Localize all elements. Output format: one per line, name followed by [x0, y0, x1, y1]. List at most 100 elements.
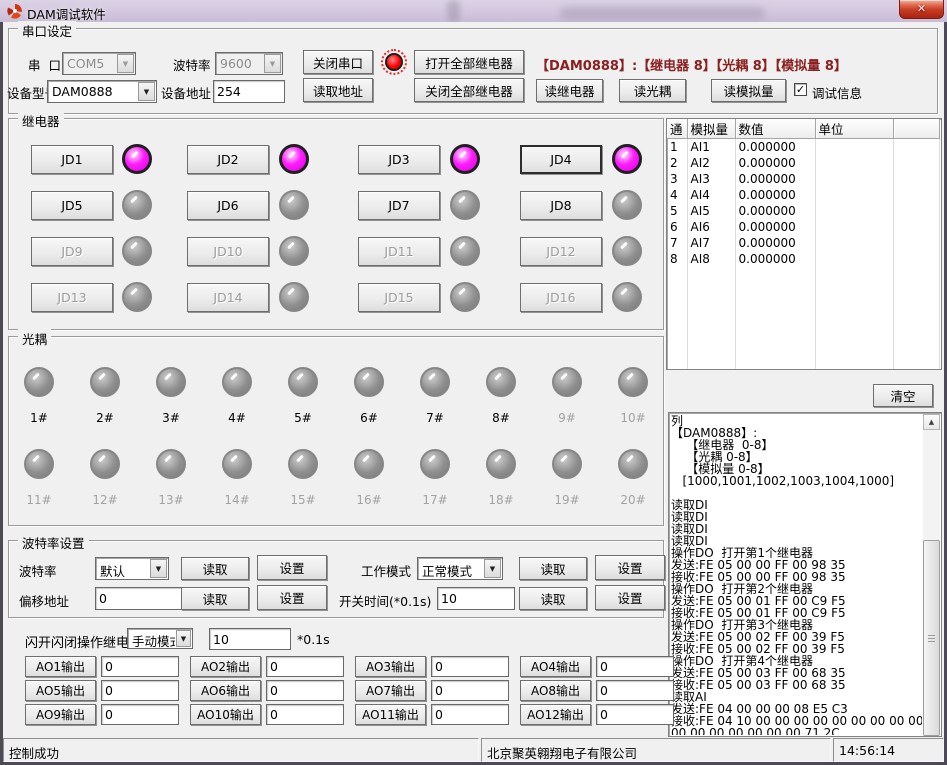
clear-log-button[interactable]: 清空 [873, 384, 933, 407]
ai-cell [667, 283, 687, 299]
read-offset-button[interactable]: 读取 [181, 587, 249, 610]
debug-checkbox[interactable]: ✓ [794, 83, 807, 96]
set-offset-button[interactable]: 设置 [257, 585, 327, 610]
ai-cell: 3 [667, 171, 687, 187]
scrollbar-thumb[interactable] [923, 540, 940, 736]
ao-input-9[interactable] [101, 704, 179, 725]
ao-input-4[interactable] [596, 656, 674, 677]
group-opto: 光耦 1#2#3#4#5#6#7#8#9#10#11#12#13#14#15#1… [8, 336, 664, 526]
flash-mode-select[interactable]: 手动模式 ▼ [127, 628, 193, 649]
offset-input[interactable] [95, 587, 189, 610]
ao-input-10[interactable] [266, 704, 344, 725]
ao-button-1[interactable]: AO1输出 [25, 656, 96, 677]
close-serial-button[interactable]: 关闭串口 [303, 50, 373, 74]
close-all-relays-button[interactable]: 关闭全部继电器 [414, 78, 524, 102]
opto-led-4 [222, 367, 252, 397]
ao-button-10[interactable]: AO10输出 [190, 704, 261, 725]
ao-input-12[interactable] [596, 704, 674, 725]
ai-cell [893, 347, 939, 363]
close-button[interactable]: ✕ [899, 0, 944, 19]
relay-button-jd5[interactable]: JD5 [31, 191, 113, 220]
offset-label: 偏移地址 [19, 591, 69, 610]
relay-button-jd2[interactable]: JD2 [187, 145, 269, 174]
read-workmode-button[interactable]: 读取 [519, 557, 587, 580]
ai-cell: 6 [667, 219, 687, 235]
relay-button-jd11: JD11 [358, 237, 440, 266]
ao-input-11[interactable] [431, 704, 509, 725]
open-all-relays-button[interactable]: 打开全部继电器 [414, 50, 524, 74]
group-opto-title: 光耦 [18, 329, 51, 348]
set-workmode-button[interactable]: 设置 [595, 555, 665, 580]
scroll-up-icon[interactable]: ▲ [923, 414, 940, 430]
set-switchtime-button[interactable]: 设置 [595, 585, 665, 610]
ao-input-8[interactable] [596, 680, 674, 701]
relay-button-jd3[interactable]: JD3 [358, 145, 440, 174]
opto-label-13: 13# [147, 493, 195, 507]
relay-button-jd1[interactable]: JD1 [31, 145, 113, 174]
opto-led-13 [156, 449, 186, 479]
read-address-button[interactable]: 读取地址 [303, 78, 373, 102]
ao-button-12[interactable]: AO12输出 [520, 704, 591, 725]
ao-button-2[interactable]: AO2输出 [190, 656, 261, 677]
ai-cell [815, 219, 893, 235]
relay-button-jd15: JD15 [358, 283, 440, 312]
ao-input-1[interactable] [101, 656, 179, 677]
ao-input-7[interactable] [431, 680, 509, 701]
read-analog-button[interactable]: 读模拟量 [711, 79, 786, 102]
opto-led-8 [486, 367, 516, 397]
group-serial-title: 串口设定 [18, 21, 76, 40]
ai-cell [893, 283, 939, 299]
ai-cell: 5 [667, 203, 687, 219]
analog-input-table[interactable]: 通模拟量数值单位 1AI10.0000002AI20.0000003AI30.0… [666, 118, 942, 370]
app-window: DAM调试软件 ✕ 串口设定 串 口 COM5 ▼ 波特率 9600 ▼ 关闭串… [0, 0, 947, 765]
ai-cell: 0.000000 [735, 155, 815, 171]
baudrate-select[interactable]: 默认 ▼ [95, 557, 169, 580]
relay-button-jd10: JD10 [187, 237, 269, 266]
ao-input-5[interactable] [101, 680, 179, 701]
relay-button-jd4[interactable]: JD4 [520, 145, 602, 174]
opto-led-19 [552, 449, 582, 479]
ao-button-11[interactable]: AO11输出 [355, 704, 426, 725]
table-row [667, 331, 939, 347]
flash-time-input[interactable] [209, 628, 291, 650]
opto-label-10: 10# [609, 411, 657, 425]
read-opto-button[interactable]: 读光耦 [619, 79, 686, 102]
ao-button-9[interactable]: AO9输出 [25, 704, 96, 725]
ao-input-2[interactable] [266, 656, 344, 677]
switch-time-input[interactable] [437, 587, 515, 610]
ai-cell [815, 139, 893, 155]
ai-cell: 4 [667, 187, 687, 203]
read-relay-button[interactable]: 读继电器 [536, 79, 603, 102]
relay-button-jd7[interactable]: JD7 [358, 191, 440, 220]
ao-button-7[interactable]: AO7输出 [355, 680, 426, 701]
opto-label-15: 15# [279, 493, 327, 507]
ao-button-5[interactable]: AO5输出 [25, 680, 96, 701]
log-area[interactable]: 列【DAM0888】: 【继电器 0-8】 【光耦 0-8】 【模拟量 0-8】… [668, 412, 942, 737]
chevron-down-icon: ▼ [138, 82, 155, 101]
ai-cell [667, 347, 687, 363]
serial-status-led [381, 49, 407, 75]
relay-button-jd6[interactable]: JD6 [187, 191, 269, 220]
set-baud-button[interactable]: 设置 [257, 555, 327, 580]
ao-button-3[interactable]: AO3输出 [355, 656, 426, 677]
ao-button-6[interactable]: AO6输出 [190, 680, 261, 701]
ao-button-8[interactable]: AO8输出 [520, 680, 591, 701]
workmode-select[interactable]: 正常模式 ▼ [417, 557, 503, 580]
model-select[interactable]: DAM0888 ▼ [47, 80, 157, 103]
opto-led-18 [486, 449, 516, 479]
opto-label-12: 12# [81, 493, 129, 507]
log-scrollbar[interactable]: ▲ [923, 414, 940, 735]
ao-input-6[interactable] [266, 680, 344, 701]
opto-led-17 [420, 449, 450, 479]
baud-label: 波特率 [173, 55, 211, 74]
ai-cell [667, 299, 687, 315]
ao-input-3[interactable] [431, 656, 509, 677]
app-icon [7, 3, 23, 19]
ai-cell: AI1 [687, 139, 735, 155]
read-baud-button[interactable]: 读取 [181, 557, 249, 580]
address-input[interactable] [213, 80, 285, 103]
relay-button-jd8[interactable]: JD8 [520, 191, 602, 220]
ao-button-4[interactable]: AO4输出 [520, 656, 591, 677]
table-row [667, 299, 939, 315]
read-switchtime-button[interactable]: 读取 [519, 587, 587, 610]
